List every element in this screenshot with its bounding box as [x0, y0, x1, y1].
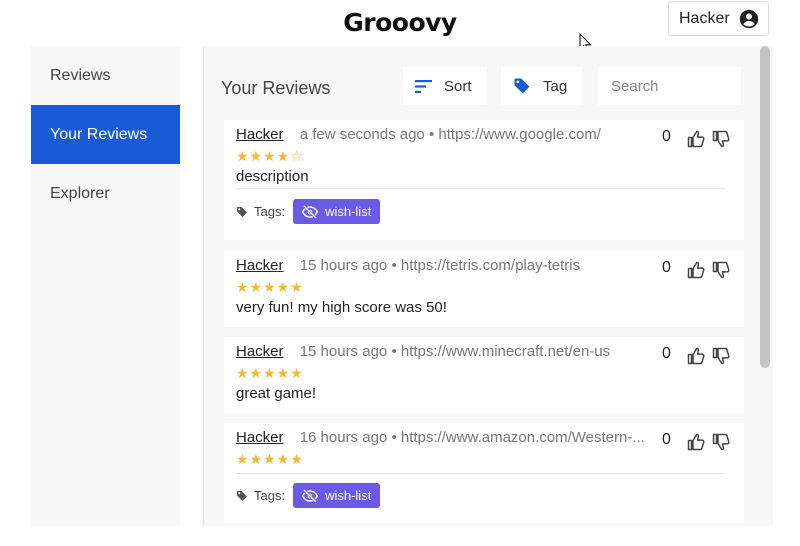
- tag-chip-label: wish-list: [325, 204, 372, 219]
- thumb-up-icon[interactable]: [687, 261, 705, 279]
- thumb-down-icon[interactable]: [712, 261, 730, 279]
- tag-label: Tag: [543, 77, 568, 95]
- sidebar-item-your-reviews[interactable]: Your Reviews: [31, 105, 180, 164]
- thumb-down-icon[interactable]: [712, 433, 730, 451]
- review-time: 15 hours ago: [299, 343, 388, 360]
- star-rating: ★★★★★: [236, 279, 304, 295]
- review-header: Hacker 16 hours ago • https://www.amazon…: [236, 429, 664, 446]
- separator-dot: •: [391, 257, 397, 274]
- star-rating: ★★★★★: [236, 451, 304, 467]
- main-panel: Your Reviews Sort Tag Hacker a few secon…: [203, 46, 773, 526]
- review-author-link[interactable]: Hacker: [236, 126, 284, 143]
- review-header: Hacker 15 hours ago • https://www.minecr…: [236, 343, 664, 360]
- review-card: Hacker 15 hours ago • https://tetris.com…: [224, 251, 744, 327]
- review-time: 16 hours ago: [299, 429, 388, 446]
- tag-button[interactable]: Tag: [501, 67, 582, 105]
- tags-row: Tags: wish-list: [236, 483, 381, 508]
- tag-chip-wish-list[interactable]: wish-list: [293, 199, 381, 224]
- page-title: Your Reviews: [221, 78, 331, 98]
- divider: [236, 188, 726, 189]
- scrollbar-thumb[interactable]: [760, 46, 770, 368]
- review-author-link[interactable]: Hacker: [236, 429, 284, 446]
- thumb-down-icon[interactable]: [712, 130, 730, 148]
- vote-score: 0: [662, 431, 671, 448]
- separator-dot: •: [391, 429, 397, 446]
- tags-label: Tags:: [254, 204, 286, 219]
- vote-score: 0: [662, 345, 671, 362]
- tag-icon: [514, 78, 530, 94]
- sidebar: Reviews Your Reviews Explorer: [31, 46, 180, 526]
- eye-off-icon: [302, 488, 319, 503]
- tags-label: Tags:: [254, 488, 286, 503]
- thumb-up-icon[interactable]: [687, 347, 705, 365]
- review-description: very fun! my high score was 50!: [236, 299, 447, 316]
- top-bar: Grooovy Hacker: [0, 0, 800, 46]
- thumb-up-icon[interactable]: [687, 130, 705, 148]
- search-input[interactable]: [598, 67, 741, 105]
- thumb-down-icon[interactable]: [712, 347, 730, 365]
- sort-label: Sort: [444, 77, 472, 95]
- tag-chip-wish-list[interactable]: wish-list: [293, 483, 381, 508]
- tag-icon: [237, 490, 247, 501]
- review-card: Hacker 16 hours ago • https://www.amazon…: [224, 423, 744, 523]
- user-name: Hacker: [679, 9, 730, 27]
- review-url[interactable]: https://tetris.com/play-tetris: [401, 257, 580, 274]
- review-author-link[interactable]: Hacker: [236, 343, 284, 360]
- eye-off-icon: [302, 204, 319, 219]
- review-url[interactable]: https://www.google.com/: [438, 126, 601, 143]
- review-url[interactable]: https://www.minecraft.net/en-us: [401, 343, 610, 360]
- star-rating: ★★★★☆: [236, 148, 304, 164]
- sidebar-item-reviews[interactable]: Reviews: [31, 46, 180, 105]
- review-card: Hacker a few seconds ago • https://www.g…: [224, 120, 744, 240]
- star-rating: ★★★★★: [236, 365, 304, 381]
- review-header: Hacker 15 hours ago • https://tetris.com…: [236, 257, 664, 274]
- review-description: great game!: [236, 385, 317, 402]
- vote-score: 0: [662, 259, 671, 276]
- tag-chip-label: wish-list: [325, 488, 372, 503]
- review-time: 15 hours ago: [299, 257, 388, 274]
- separator-dot: •: [428, 126, 435, 143]
- separator-dot: •: [391, 343, 397, 360]
- sort-button[interactable]: Sort: [403, 67, 487, 105]
- tag-icon: [237, 206, 247, 217]
- review-card: Hacker 15 hours ago • https://www.minecr…: [224, 337, 744, 413]
- review-description: description: [236, 168, 309, 185]
- vote-score: 0: [662, 128, 671, 145]
- thumb-up-icon[interactable]: [687, 433, 705, 451]
- sort-icon: [415, 79, 432, 93]
- review-author-link[interactable]: Hacker: [236, 257, 284, 274]
- divider: [236, 473, 726, 474]
- review-url[interactable]: https://www.amazon.com/Western-...: [401, 429, 645, 446]
- review-time: a few seconds ago: [299, 126, 425, 143]
- review-header: Hacker a few seconds ago • https://www.g…: [236, 126, 664, 143]
- sidebar-item-explorer[interactable]: Explorer: [31, 164, 180, 223]
- user-menu-button[interactable]: Hacker: [668, 1, 769, 36]
- tags-row: Tags: wish-list: [236, 199, 381, 224]
- account-circle-icon: [739, 9, 758, 28]
